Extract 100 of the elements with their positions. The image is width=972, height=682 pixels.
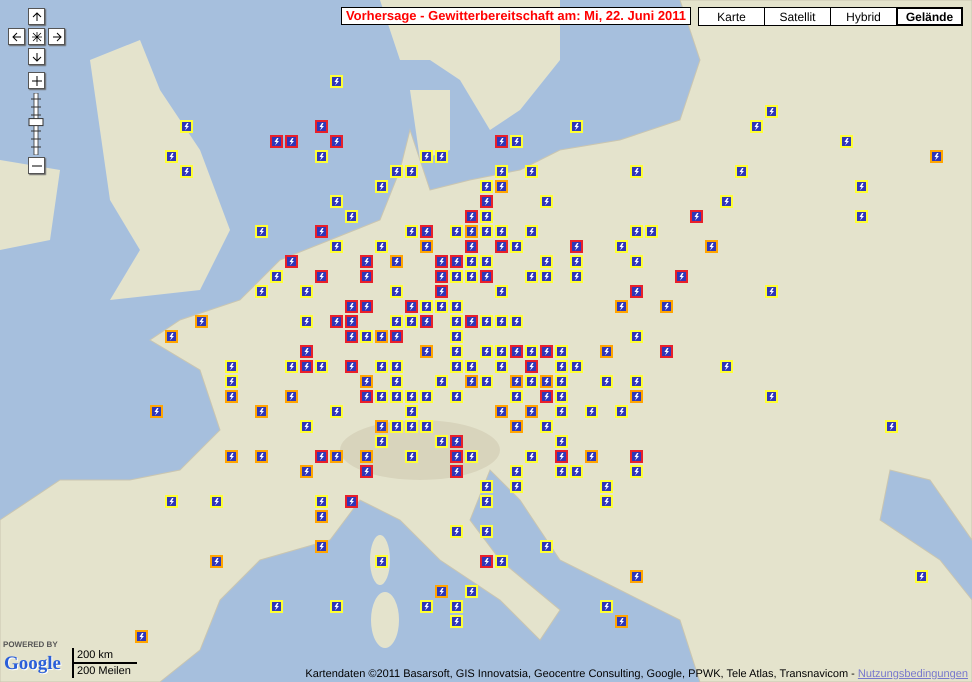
lightning-marker-icon[interactable]: [525, 225, 538, 238]
lightning-marker-icon[interactable]: [630, 465, 643, 478]
lightning-marker-icon[interactable]: [660, 345, 673, 358]
lightning-marker-icon[interactable]: [495, 405, 508, 418]
lightning-marker-icon[interactable]: [615, 240, 628, 253]
lightning-marker-icon[interactable]: [330, 450, 343, 463]
lightning-marker-icon[interactable]: [300, 285, 313, 298]
lightning-marker-icon[interactable]: [555, 435, 568, 448]
lightning-marker-icon[interactable]: [510, 480, 523, 493]
lightning-marker-icon[interactable]: [315, 510, 328, 523]
lightning-marker-icon[interactable]: [360, 375, 373, 388]
lightning-marker-icon[interactable]: [225, 360, 238, 373]
lightning-marker-icon[interactable]: [630, 285, 643, 298]
lightning-marker-icon[interactable]: [570, 360, 583, 373]
lightning-marker-icon[interactable]: [465, 585, 478, 598]
lightning-marker-icon[interactable]: [255, 285, 268, 298]
lightning-marker-icon[interactable]: [390, 285, 403, 298]
lightning-marker-icon[interactable]: [420, 240, 433, 253]
lightning-marker-icon[interactable]: [525, 345, 538, 358]
lightning-marker-icon[interactable]: [360, 450, 373, 463]
lightning-marker-icon[interactable]: [450, 270, 463, 283]
lightning-marker-icon[interactable]: [660, 300, 673, 313]
lightning-marker-icon[interactable]: [450, 345, 463, 358]
lightning-marker-icon[interactable]: [360, 390, 373, 403]
lightning-marker-icon[interactable]: [885, 420, 898, 433]
lightning-marker-icon[interactable]: [285, 360, 298, 373]
lightning-marker-icon[interactable]: [570, 255, 583, 268]
lightning-marker-icon[interactable]: [285, 135, 298, 148]
lightning-marker-icon[interactable]: [315, 360, 328, 373]
lightning-marker-icon[interactable]: [270, 135, 283, 148]
lightning-marker-icon[interactable]: [540, 255, 553, 268]
lightning-marker-icon[interactable]: [450, 225, 463, 238]
lightning-marker-icon[interactable]: [540, 390, 553, 403]
lightning-marker-icon[interactable]: [465, 210, 478, 223]
lightning-marker-icon[interactable]: [450, 435, 463, 448]
lightning-marker-icon[interactable]: [480, 255, 493, 268]
lightning-marker-icon[interactable]: [420, 345, 433, 358]
lightning-marker-icon[interactable]: [405, 225, 418, 238]
lightning-marker-icon[interactable]: [375, 180, 388, 193]
lightning-marker-icon[interactable]: [555, 465, 568, 478]
lightning-marker-icon[interactable]: [390, 165, 403, 178]
lightning-marker-icon[interactable]: [330, 240, 343, 253]
lightning-marker-icon[interactable]: [420, 315, 433, 328]
lightning-marker-icon[interactable]: [435, 585, 448, 598]
lightning-marker-icon[interactable]: [720, 360, 733, 373]
lightning-marker-icon[interactable]: [390, 420, 403, 433]
lightning-marker-icon[interactable]: [735, 165, 748, 178]
lightning-marker-icon[interactable]: [510, 420, 523, 433]
lightning-marker-icon[interactable]: [360, 255, 373, 268]
lightning-marker-icon[interactable]: [165, 330, 178, 343]
lightning-marker-icon[interactable]: [480, 195, 493, 208]
lightning-marker-icon[interactable]: [180, 165, 193, 178]
lightning-marker-icon[interactable]: [630, 390, 643, 403]
lightning-marker-icon[interactable]: [315, 225, 328, 238]
lightning-marker-icon[interactable]: [435, 270, 448, 283]
lightning-marker-icon[interactable]: [225, 390, 238, 403]
lightning-marker-icon[interactable]: [270, 270, 283, 283]
lightning-marker-icon[interactable]: [375, 390, 388, 403]
lightning-marker-icon[interactable]: [480, 180, 493, 193]
lightning-marker-icon[interactable]: [540, 270, 553, 283]
lightning-marker-icon[interactable]: [450, 330, 463, 343]
lightning-marker-icon[interactable]: [495, 555, 508, 568]
lightning-marker-icon[interactable]: [315, 270, 328, 283]
lightning-marker-icon[interactable]: [525, 375, 538, 388]
lightning-marker-icon[interactable]: [405, 315, 418, 328]
lightning-marker-icon[interactable]: [435, 285, 448, 298]
lightning-marker-icon[interactable]: [495, 285, 508, 298]
lightning-marker-icon[interactable]: [630, 450, 643, 463]
lightning-marker-icon[interactable]: [600, 600, 613, 613]
lightning-marker-icon[interactable]: [480, 555, 493, 568]
lightning-marker-icon[interactable]: [420, 390, 433, 403]
lightning-marker-icon[interactable]: [840, 135, 853, 148]
lightning-marker-icon[interactable]: [465, 450, 478, 463]
lightning-marker-icon[interactable]: [630, 165, 643, 178]
lightning-marker-icon[interactable]: [330, 315, 343, 328]
lightning-marker-icon[interactable]: [315, 150, 328, 163]
lightning-marker-icon[interactable]: [510, 375, 523, 388]
lightning-marker-icon[interactable]: [510, 135, 523, 148]
lightning-marker-icon[interactable]: [480, 525, 493, 538]
lightning-marker-icon[interactable]: [570, 465, 583, 478]
lightning-marker-icon[interactable]: [180, 120, 193, 133]
lightning-marker-icon[interactable]: [315, 450, 328, 463]
lightning-marker-icon[interactable]: [225, 450, 238, 463]
lightning-marker-icon[interactable]: [915, 570, 928, 583]
lightning-marker-icon[interactable]: [480, 495, 493, 508]
lightning-marker-icon[interactable]: [555, 405, 568, 418]
lightning-marker-icon[interactable]: [555, 345, 568, 358]
lightning-marker-icon[interactable]: [330, 75, 343, 88]
lightning-marker-icon[interactable]: [765, 105, 778, 118]
lightning-marker-icon[interactable]: [705, 240, 718, 253]
lightning-marker-icon[interactable]: [255, 225, 268, 238]
lightning-marker-icon[interactable]: [855, 180, 868, 193]
lightning-marker-icon[interactable]: [510, 465, 523, 478]
lightning-marker-icon[interactable]: [390, 375, 403, 388]
lightning-marker-icon[interactable]: [300, 360, 313, 373]
lightning-marker-icon[interactable]: [510, 315, 523, 328]
lightning-marker-icon[interactable]: [435, 375, 448, 388]
lightning-marker-icon[interactable]: [630, 255, 643, 268]
lightning-marker-icon[interactable]: [195, 315, 208, 328]
lightning-marker-icon[interactable]: [405, 390, 418, 403]
